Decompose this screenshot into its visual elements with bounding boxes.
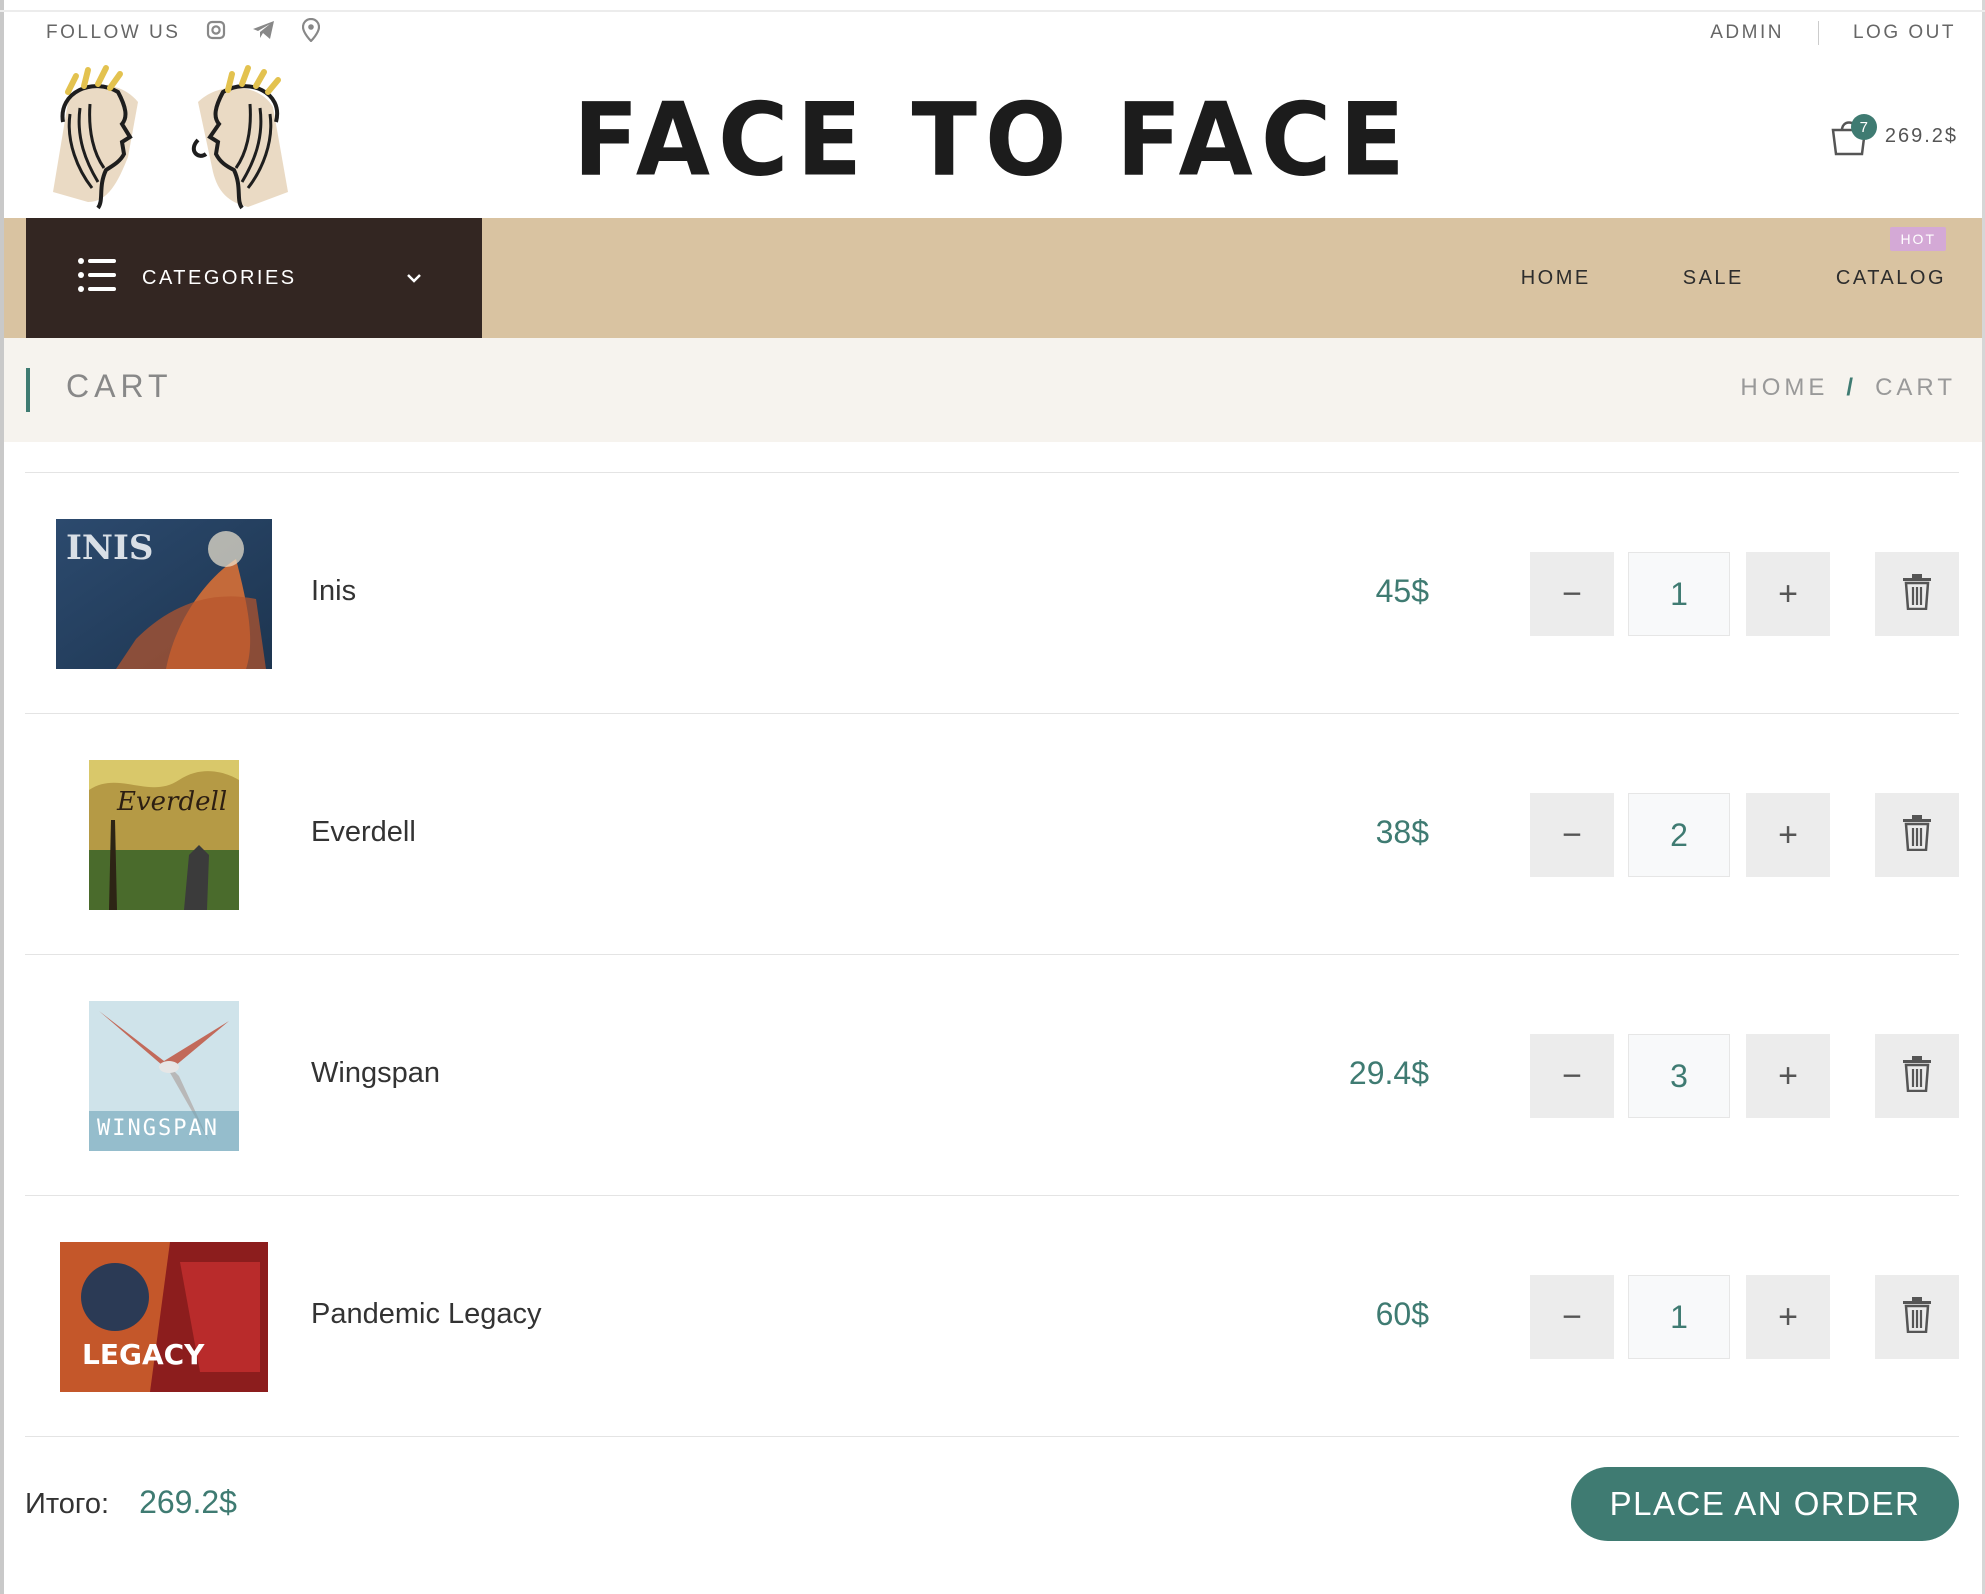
thumbnail-title: Everdell bbox=[116, 787, 227, 817]
quantity-value[interactable]: 1 bbox=[1628, 1275, 1730, 1359]
cart-divider bbox=[25, 1436, 1959, 1437]
product-thumbnail[interactable]: LEGACY bbox=[25, 1196, 303, 1437]
logout-link[interactable]: LOG OUT bbox=[1853, 22, 1956, 44]
plus-icon: + bbox=[1778, 574, 1798, 613]
cart-count-badge: 7 bbox=[1850, 114, 1877, 140]
product-price: 29.4$ bbox=[1348, 1055, 1429, 1091]
location-pin-icon[interactable] bbox=[302, 17, 321, 48]
plus-icon: + bbox=[1778, 1297, 1798, 1336]
chevron-down-icon bbox=[406, 267, 422, 290]
follow-section: FOLLOW US bbox=[46, 17, 321, 48]
product-name[interactable]: Inis bbox=[311, 575, 356, 608]
trash-icon bbox=[1902, 573, 1932, 615]
increase-quantity-button[interactable]: + bbox=[1746, 1034, 1830, 1118]
topbar-separator bbox=[1817, 21, 1819, 45]
breadcrumb: HOME / CART bbox=[1740, 374, 1956, 402]
decrease-quantity-button[interactable]: − bbox=[1530, 1034, 1614, 1118]
minus-icon: − bbox=[1562, 815, 1582, 854]
product-thumbnail[interactable]: WINGSPAN bbox=[25, 955, 303, 1196]
product-price: 45$ bbox=[1375, 573, 1429, 609]
nav-sale[interactable]: SALE bbox=[1683, 267, 1744, 290]
increase-quantity-button[interactable]: + bbox=[1746, 793, 1830, 877]
social-links bbox=[206, 17, 321, 48]
account-links: ADMIN LOG OUT bbox=[1710, 21, 1956, 45]
trash-icon bbox=[1902, 814, 1932, 856]
place-order-button[interactable]: PLACE AN ORDER bbox=[1571, 1467, 1959, 1541]
breadcrumb-separator: / bbox=[1846, 374, 1858, 401]
breadcrumb-home[interactable]: HOME bbox=[1740, 374, 1828, 402]
cart-row: INIS Inis 45$ − 1 + bbox=[25, 472, 1959, 713]
plus-icon: + bbox=[1778, 1056, 1798, 1095]
quantity-value[interactable]: 3 bbox=[1628, 1034, 1730, 1118]
page-title: CART bbox=[66, 368, 173, 404]
trash-icon bbox=[1902, 1055, 1932, 1097]
total-label: Итого: bbox=[25, 1488, 110, 1520]
instagram-icon[interactable] bbox=[206, 20, 226, 46]
cart-row: WINGSPAN Wingspan 29.4$ − 3 + bbox=[25, 954, 1959, 1195]
main-nav: CATEGORIES HOME SALE CATALOG HOT bbox=[4, 218, 1982, 338]
decrease-quantity-button[interactable]: − bbox=[1530, 793, 1614, 877]
cart-row: LEGACY Pandemic Legacy 60$ − 1 + bbox=[25, 1195, 1959, 1436]
decrease-quantity-button[interactable]: − bbox=[1530, 1275, 1614, 1359]
product-name[interactable]: Pandemic Legacy bbox=[311, 1298, 542, 1331]
product-thumbnail[interactable]: INIS bbox=[25, 473, 303, 714]
remove-item-button[interactable] bbox=[1875, 552, 1959, 636]
cart-row: Everdell Everdell 38$ − 2 + bbox=[25, 713, 1959, 954]
minus-icon: − bbox=[1562, 574, 1582, 613]
cart-items: INIS Inis 45$ − 1 + Everdell Everdell 38 bbox=[25, 472, 1959, 1437]
admin-link[interactable]: ADMIN bbox=[1710, 22, 1784, 44]
total-value: 269.2$ bbox=[139, 1484, 237, 1520]
thumbnail-title: INIS bbox=[66, 528, 153, 568]
categories-label: CATEGORIES bbox=[142, 266, 297, 289]
quantity-value[interactable]: 1 bbox=[1628, 552, 1730, 636]
title-accent-bar bbox=[26, 368, 30, 412]
mini-cart[interactable]: 7 269.2$ bbox=[1829, 114, 1958, 156]
product-price: 60$ bbox=[1375, 1296, 1429, 1332]
nav-catalog[interactable]: CATALOG HOT bbox=[1835, 226, 1946, 290]
plus-icon: + bbox=[1778, 815, 1798, 854]
categories-dropdown[interactable]: CATEGORIES bbox=[26, 218, 482, 338]
hot-badge: HOT bbox=[1890, 226, 1946, 251]
remove-item-button[interactable] bbox=[1875, 1034, 1959, 1118]
top-bar: FOLLOW US ADMIN LOG OUT bbox=[4, 12, 1982, 54]
trash-icon bbox=[1902, 1296, 1932, 1338]
menu-links: HOME SALE CATALOG HOT bbox=[1521, 218, 1946, 338]
minus-icon: − bbox=[1562, 1297, 1582, 1336]
minus-icon: − bbox=[1562, 1056, 1582, 1095]
nav-home[interactable]: HOME bbox=[1521, 267, 1591, 290]
page-title-bar: CART HOME / CART bbox=[4, 338, 1982, 442]
brand-title[interactable]: FACE TO FACE bbox=[4, 81, 1982, 199]
nav-catalog-label: CATALOG bbox=[1835, 266, 1946, 289]
shopping-bag-icon[interactable]: 7 bbox=[1829, 114, 1877, 156]
increase-quantity-button[interactable]: + bbox=[1746, 1275, 1830, 1359]
mini-cart-total: 269.2$ bbox=[1884, 124, 1958, 147]
breadcrumb-current: CART bbox=[1875, 374, 1956, 401]
cart-total: Итого: 269.2$ bbox=[25, 1484, 237, 1521]
remove-item-button[interactable] bbox=[1875, 1275, 1959, 1359]
thumbnail-title: WINGSPAN bbox=[97, 1116, 219, 1141]
product-name[interactable]: Wingspan bbox=[311, 1057, 440, 1090]
product-thumbnail[interactable]: Everdell bbox=[25, 714, 303, 955]
increase-quantity-button[interactable]: + bbox=[1746, 552, 1830, 636]
decrease-quantity-button[interactable]: − bbox=[1530, 552, 1614, 636]
telegram-icon[interactable] bbox=[252, 20, 276, 46]
follow-us-label: FOLLOW US bbox=[46, 22, 181, 43]
list-menu-icon bbox=[78, 255, 118, 301]
remove-item-button[interactable] bbox=[1875, 793, 1959, 877]
quantity-value[interactable]: 2 bbox=[1628, 793, 1730, 877]
thumbnail-title: LEGACY bbox=[82, 1338, 205, 1371]
header: FACE TO FACE 7 269.2$ bbox=[4, 54, 1982, 218]
product-price: 38$ bbox=[1375, 814, 1429, 850]
product-name[interactable]: Everdell bbox=[311, 816, 416, 849]
